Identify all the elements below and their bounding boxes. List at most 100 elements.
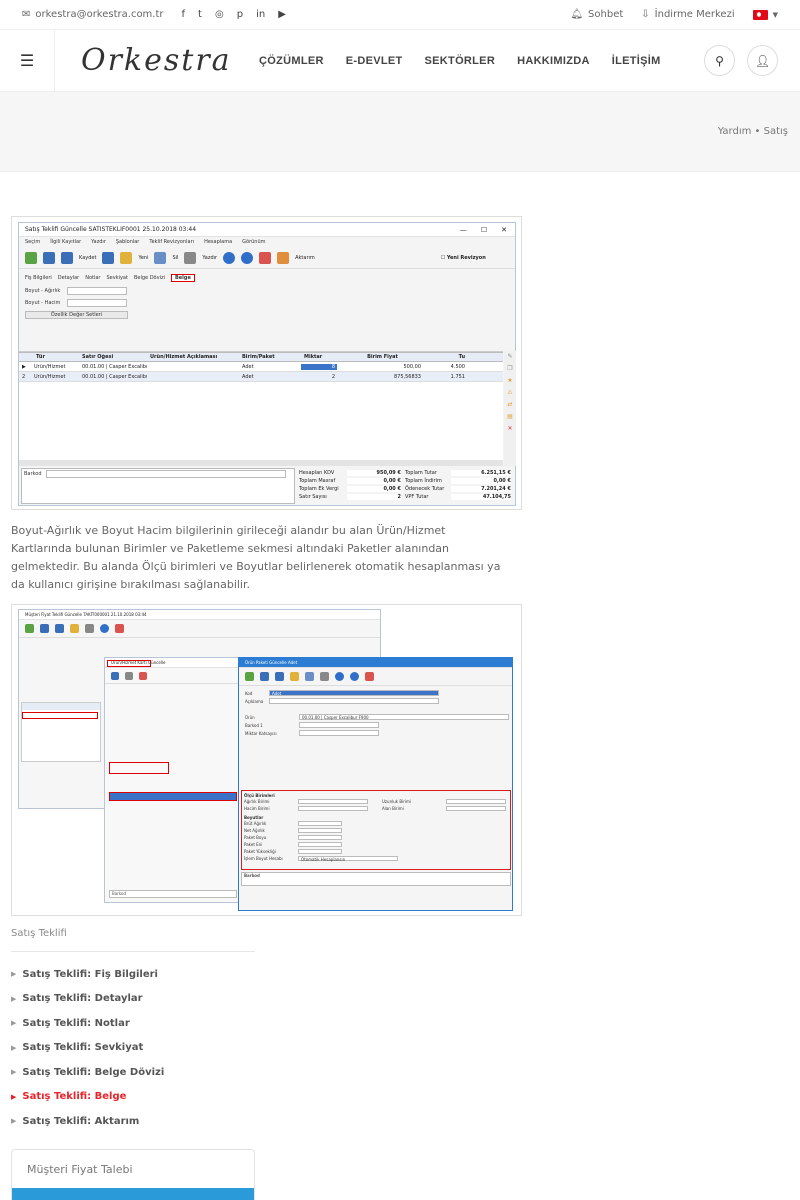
refresh-icon[interactable] bbox=[25, 251, 37, 264]
print-icon[interactable] bbox=[125, 671, 133, 680]
sidebar-item-transfer[interactable]: ▶ Satış Teklifi: Aktarım bbox=[11, 1109, 255, 1134]
save-icon[interactable] bbox=[43, 251, 55, 264]
pinterest-icon[interactable]: p bbox=[237, 9, 243, 20]
save-icon[interactable] bbox=[111, 671, 119, 680]
close-icon[interactable]: ✕ bbox=[501, 226, 507, 234]
package-length-input[interactable] bbox=[298, 835, 342, 840]
print-icon[interactable] bbox=[320, 672, 329, 681]
tab-notes[interactable]: Notlar bbox=[85, 275, 100, 281]
arrow-down-icon[interactable] bbox=[350, 672, 359, 681]
facebook-icon[interactable]: f bbox=[182, 9, 186, 20]
star-icon[interactable]: ★ bbox=[504, 375, 516, 387]
refresh-icon[interactable] bbox=[245, 672, 254, 681]
user-icon[interactable]: 👤︎ bbox=[747, 45, 778, 76]
sidebar-item-document-info[interactable]: ▶ Satış Teklifi: Fiş Bilgileri bbox=[11, 962, 255, 987]
barcode-1-input[interactable] bbox=[299, 722, 379, 728]
table-row[interactable]: ▶ Ürün/Hizmet 00.01.00 | Casper Excalibu… bbox=[19, 362, 503, 372]
table-row[interactable]: 2 Ürün/Hizmet 00.01.00 | Casper Excalibu… bbox=[19, 372, 503, 382]
menu-item[interactable]: Teklif Revizyonları bbox=[149, 239, 194, 245]
weight-unit-input[interactable] bbox=[298, 799, 368, 804]
code-input[interactable]: Adet bbox=[269, 690, 439, 696]
sidebar-item-details[interactable]: ▶ Satış Teklifi: Detaylar bbox=[11, 987, 255, 1012]
approve-icon[interactable] bbox=[365, 672, 374, 681]
chat-link[interactable]: 🔔︎ Sohbet bbox=[570, 9, 623, 20]
search-icon[interactable]: ⚲ bbox=[704, 45, 735, 76]
net-weight-input[interactable] bbox=[298, 828, 342, 833]
menu-item[interactable]: Hesaplama bbox=[204, 239, 232, 245]
maximize-icon[interactable]: ☐ bbox=[481, 226, 487, 234]
arrow-down-icon[interactable] bbox=[241, 251, 254, 264]
package-height-input[interactable] bbox=[298, 849, 342, 854]
package-width-input[interactable] bbox=[298, 842, 342, 847]
linkedin-icon[interactable]: in bbox=[256, 9, 265, 20]
description-input[interactable] bbox=[269, 698, 439, 704]
nav-solutions[interactable]: ÇÖZÜMLER bbox=[259, 55, 324, 67]
sidebar-item-shipping[interactable]: ▶ Satış Teklifi: Sevkiyat bbox=[11, 1036, 255, 1061]
approve-icon[interactable] bbox=[139, 671, 147, 680]
delete-icon[interactable] bbox=[154, 251, 167, 264]
contact-email[interactable]: ✉ orkestra@orkestra.com.tr bbox=[22, 9, 164, 20]
tab-document-info[interactable]: Fiş Bilgileri bbox=[25, 275, 52, 281]
tab-currency[interactable]: Belge Dövizi bbox=[134, 275, 165, 281]
copy-icon[interactable]: ❐ bbox=[504, 363, 516, 375]
new-icon[interactable] bbox=[290, 672, 299, 681]
nav-contact[interactable]: İLETİŞİM bbox=[612, 55, 661, 67]
selected-package-row[interactable] bbox=[109, 792, 237, 801]
sidebar-item-notes[interactable]: ▶ Satış Teklifi: Notlar bbox=[11, 1011, 255, 1036]
minimize-icon[interactable]: — bbox=[460, 226, 467, 234]
site-logo[interactable]: Orkestra bbox=[81, 43, 231, 78]
new-icon[interactable] bbox=[70, 624, 79, 633]
edit-icon[interactable]: ✎ bbox=[504, 351, 516, 363]
nav-sectors[interactable]: SEKTÖRLER bbox=[425, 55, 496, 67]
save-close-icon[interactable] bbox=[55, 624, 64, 633]
arrow-up-icon[interactable] bbox=[100, 624, 109, 633]
save-icon[interactable] bbox=[260, 672, 269, 681]
feature-sets-button[interactable]: Özellik Değer Setleri bbox=[25, 311, 128, 319]
remove-icon[interactable]: ✕ bbox=[504, 423, 516, 435]
area-unit-input[interactable] bbox=[446, 806, 506, 811]
approve-icon[interactable] bbox=[259, 251, 272, 264]
menu-item[interactable]: Seçim bbox=[25, 239, 40, 245]
product-input[interactable]: 00.01.00 | Casper Excalibur F900 bbox=[299, 714, 509, 720]
barcode-input[interactable] bbox=[45, 470, 286, 478]
sidebar-item-document[interactable]: ▶ Satış Teklifi: Belge bbox=[11, 1085, 255, 1110]
arrow-up-icon[interactable] bbox=[223, 251, 236, 264]
menu-item[interactable]: Yazdır bbox=[91, 239, 106, 245]
size-calc-select[interactable]: Otomatik Hesaplansın bbox=[298, 856, 398, 862]
save-new-icon[interactable] bbox=[102, 251, 115, 264]
menu-item[interactable]: İlgili Kayıtlar bbox=[50, 239, 81, 245]
download-center-link[interactable]: ⇩ İndirme Merkezi bbox=[641, 9, 734, 20]
weight-input[interactable] bbox=[67, 287, 127, 295]
print-icon[interactable] bbox=[85, 624, 94, 633]
menu-item[interactable]: Şablonlar bbox=[116, 239, 140, 245]
horizontal-scrollbar[interactable] bbox=[19, 460, 503, 466]
folder-icon[interactable]: ▤ bbox=[504, 411, 516, 423]
new-icon[interactable] bbox=[120, 251, 133, 264]
twitter-icon[interactable]: t bbox=[198, 9, 202, 20]
language-selector[interactable]: ▼ bbox=[752, 9, 778, 20]
tab-details[interactable]: Detaylar bbox=[58, 275, 79, 281]
youtube-icon[interactable]: ▶ bbox=[278, 9, 286, 20]
volume-input[interactable] bbox=[67, 299, 127, 307]
length-unit-input[interactable] bbox=[446, 799, 506, 804]
instagram-icon[interactable]: ◎ bbox=[215, 9, 224, 20]
menu-icon[interactable]: ☰ bbox=[0, 29, 55, 92]
nav-about[interactable]: HAKKIMIZDA bbox=[517, 55, 590, 67]
transfer-icon[interactable] bbox=[277, 251, 290, 264]
tab-shipping[interactable]: Sevkiyat bbox=[106, 275, 127, 281]
volume-unit-input[interactable] bbox=[298, 806, 368, 811]
nav-e-government[interactable]: E-DEVLET bbox=[346, 55, 403, 67]
related-card[interactable]: Müşteri Fiyat Talebi bbox=[11, 1149, 255, 1200]
arrow-up-icon[interactable] bbox=[335, 672, 344, 681]
link-icon[interactable]: ⇄ bbox=[504, 399, 516, 411]
approve-icon[interactable] bbox=[115, 624, 124, 633]
print-icon[interactable] bbox=[184, 251, 197, 264]
sidebar-item-currency[interactable]: ▶ Satış Teklifi: Belge Dövizi bbox=[11, 1060, 255, 1085]
gross-weight-input[interactable] bbox=[298, 821, 342, 826]
delete-icon[interactable] bbox=[305, 672, 314, 681]
save-close-icon[interactable] bbox=[61, 251, 73, 264]
tab-document[interactable]: Belge bbox=[170, 273, 195, 282]
menu-item[interactable]: Görünüm bbox=[242, 239, 265, 245]
save-icon[interactable] bbox=[40, 624, 49, 633]
warning-icon[interactable]: ⚠ bbox=[504, 387, 516, 399]
